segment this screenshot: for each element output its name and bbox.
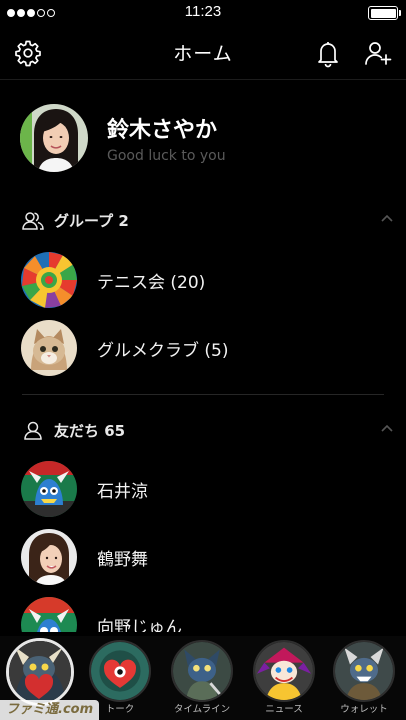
tab-label: タイムライン: [173, 704, 231, 715]
tab-avatar: [253, 640, 315, 702]
list-item[interactable]: 石井涼: [0, 456, 406, 522]
status-bar: 11:23: [0, 0, 406, 26]
profile-status-message: Good luck to you: [107, 148, 226, 164]
monster-image: [21, 461, 77, 517]
list-item[interactable]: 向野じゅん: [0, 592, 406, 632]
heart-creature-image: [91, 642, 149, 700]
section-divider: [22, 394, 384, 395]
profile-photo: [20, 104, 88, 172]
tab-wallet[interactable]: ウォレット: [332, 640, 396, 715]
profile-name: 鈴木さやか: [107, 118, 218, 143]
group-avatar: [21, 252, 77, 308]
friend-name: 石井涼: [97, 482, 148, 502]
my-profile[interactable]: 鈴木さやか Good luck to you: [0, 82, 406, 190]
app-header: ホーム: [0, 26, 406, 80]
group-name: グルメクラブ (5): [97, 341, 229, 361]
status-time: 11:23: [184, 3, 222, 20]
list-item[interactable]: グルメクラブ (5): [0, 315, 406, 381]
friend-name: 鶴野舞: [97, 550, 148, 570]
chevron-up-icon[interactable]: [381, 214, 393, 222]
mosaic-image: [21, 252, 77, 308]
list-item[interactable]: テニス会 (20): [0, 247, 406, 313]
person-icon: [24, 421, 42, 440]
monster-image: [21, 597, 77, 632]
profile-avatar[interactable]: [20, 104, 88, 172]
bell-icon: [318, 42, 338, 68]
friend-avatar: [21, 461, 77, 517]
tab-avatar: [6, 638, 74, 706]
tab-timeline[interactable]: タイムライン: [170, 640, 234, 715]
tab-label: ニュース: [265, 704, 303, 715]
friends-section-header[interactable]: 友だち 65: [0, 412, 406, 446]
cat-image: [21, 320, 77, 376]
battery-icon: [368, 6, 401, 20]
tab-avatar: [89, 640, 151, 702]
tab-label: ウォレット: [340, 704, 388, 715]
cat-ninja-image: [173, 642, 231, 700]
notifications-button[interactable]: [313, 38, 343, 68]
groups-section-title: グループ 2: [54, 212, 129, 230]
woman-photo: [21, 529, 77, 585]
list-item[interactable]: 鶴野舞: [0, 524, 406, 590]
page-title: ホーム: [173, 43, 233, 65]
friend-avatar: [21, 529, 77, 585]
add-friend-icon: [365, 42, 392, 65]
group-icon: [22, 212, 44, 230]
tab-avatar: [333, 640, 395, 702]
group-name: テニス会 (20): [97, 273, 206, 293]
chevron-up-icon[interactable]: [381, 424, 393, 432]
groups-section-header[interactable]: グループ 2: [0, 202, 406, 236]
wolf-warrior-image: [335, 642, 393, 700]
friends-section-title: 友だち 65: [54, 422, 126, 440]
watermark: ファミ通.com: [0, 700, 100, 720]
jester-image: [255, 642, 313, 700]
friend-name: 向野じゅん: [97, 618, 182, 632]
dragon-heart-image: [9, 641, 71, 703]
group-avatar: [21, 320, 77, 376]
friend-avatar: [21, 597, 77, 632]
tab-avatar: [171, 640, 233, 702]
tab-news[interactable]: ニュース: [252, 640, 316, 715]
add-friend-button[interactable]: [363, 38, 393, 68]
